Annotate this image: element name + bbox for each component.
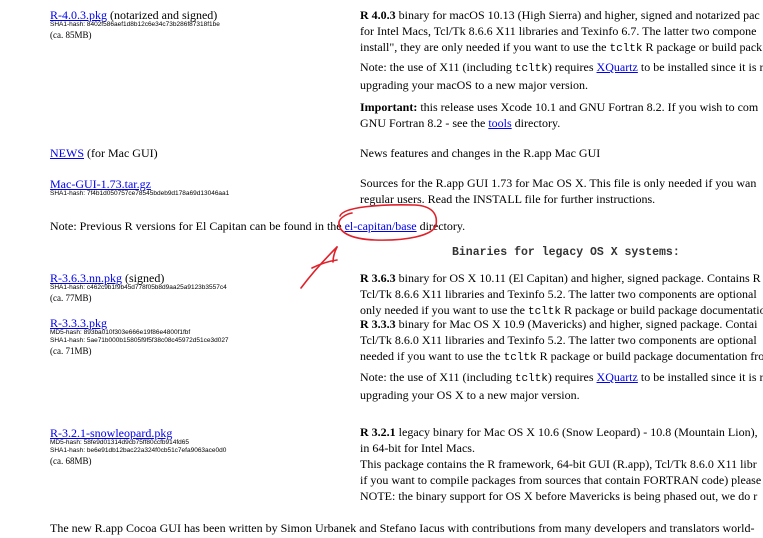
r363-desc-line3-post: R package or build package documentation: [560, 303, 763, 317]
r333-desc-line2: Tcl/Tk 8.6.0 X11 libraries and Texinfo 5…: [360, 333, 757, 347]
r333-md5-hash: MD5-hash: 893ba010f303e666e19f86e4800f1f…: [50, 329, 191, 336]
r333-note-pre: Note: the use of X11 (including: [360, 370, 515, 384]
r321-desc-line3: This package contains the R framework, 6…: [360, 457, 757, 471]
r403-important-note: Important: this release uses Xcode 10.1 …: [360, 99, 763, 131]
r403-note-mid: ) requires: [547, 60, 597, 74]
r333-note-line2: upgrading your OS X to a new major versi…: [360, 388, 580, 402]
r321-version: R 3.2.1: [360, 425, 396, 439]
r403-desc-line2: for Intel Macs, Tcl/Tk 8.6.6 X11 librari…: [360, 24, 757, 38]
r321-md5-hash: MD5-hash: 58fe9d01314d9cb75ff80ccfb914fd…: [50, 439, 190, 446]
news-suffix: (for Mac GUI): [84, 146, 158, 160]
news-description: News features and changes in the R.app M…: [360, 146, 601, 160]
tools-link[interactable]: tools: [488, 116, 511, 130]
r333-note-tcltk-code: tcltk: [514, 373, 548, 385]
legacy-binaries-heading: Binaries for legacy OS X systems:: [452, 246, 680, 259]
r333-download-item: R-3.3.3.pkg: [50, 316, 107, 330]
r321-size: (ca. 68MB): [50, 456, 92, 466]
r363-sha1-hash: SHA1-hash: c462c9b1f9b45d778f05b8d9aa25a…: [50, 284, 227, 291]
r363-desc-line3-pre: only needed if you want to use the: [360, 303, 528, 317]
r403-size: (ca. 85MB): [50, 30, 92, 40]
r363-desc-line2: Tcl/Tk 8.6.6 X11 libraries and Texinfo 5…: [360, 287, 757, 301]
r333-desc-line3-post: R package or build package documentation…: [536, 349, 763, 363]
r363-desc-line1: binary for OS X 10.11 (El Capitan) and h…: [395, 271, 761, 285]
r363-version: R 3.6.3: [360, 271, 396, 285]
r333-note-mid: ) requires: [547, 370, 597, 384]
elcapitan-note-pre: Note: Previous R versions for El Capitan…: [50, 219, 345, 233]
r333-desc-line1: binary for Mac OS X 10.9 (Mavericks) and…: [395, 317, 758, 331]
r403-note-pre: Note: the use of X11 (including: [360, 60, 515, 74]
important-label: Important:: [360, 100, 418, 114]
r333-xquartz-link[interactable]: XQuartz: [597, 370, 638, 384]
r333-version: R 3.3.3: [360, 317, 396, 331]
important-line2-post: directory.: [511, 116, 561, 130]
r403-note-line2: upgrading your macOS to a new major vers…: [360, 78, 588, 92]
r321-desc-line1: legacy binary for Mac OS X 10.6 (Snow Le…: [395, 425, 758, 439]
r321-desc-line5: NOTE: the binary support for OS X before…: [360, 489, 758, 503]
r403-desc-line1: binary for macOS 10.13 (High Sierra) and…: [395, 8, 760, 22]
r403-version: R 4.0.3: [360, 8, 396, 22]
r363-pkg-link[interactable]: R-3.6.3.nn.pkg: [50, 271, 122, 285]
news-item: NEWS (for Mac GUI): [50, 146, 158, 160]
r333-note-post: to be installed since it is r: [637, 370, 763, 384]
r333-description: R 3.3.3 binary for Mac OS X 10.9 (Maveri…: [360, 316, 763, 366]
r321-pkg-link[interactable]: R-3.2.1-snowleopard.pkg: [50, 426, 172, 440]
r403-x11-note: Note: the use of X11 (including tcltk) r…: [360, 59, 763, 93]
macgui-desc-line2: regular users. Read the INSTALL file for…: [360, 192, 656, 206]
r403-note-post: to be installed since it is r: [637, 60, 763, 74]
r363-download-item: R-3.6.3.nn.pkg (signed): [50, 271, 164, 285]
r321-desc-line2: in 64-bit for Intel Macs.: [360, 441, 475, 455]
important-text: this release uses Xcode 10.1 and GNU For…: [417, 100, 759, 114]
annotation-arrow-head: [311, 246, 338, 269]
r333-tcltk-code: tcltk: [503, 352, 537, 364]
r403-desc-line3-pre: install", they are only needed if you wa…: [360, 40, 610, 54]
macgui-description: Sources for the R.app GUI 1.73 for Mac O…: [360, 175, 763, 207]
r403-description: R 4.0.3 binary for macOS 10.13 (High Sie…: [360, 7, 763, 57]
r363-suffix: (signed): [122, 271, 165, 285]
r321-download-item: R-3.2.1-snowleopard.pkg: [50, 426, 172, 440]
r363-description: R 3.6.3 binary for OS X 10.11 (El Capita…: [360, 270, 763, 320]
macgui-desc-line1: Sources for the R.app GUI 1.73 for Mac O…: [360, 176, 757, 190]
news-link[interactable]: NEWS: [50, 146, 84, 160]
r403-sha1-hash: SHA1-hash: 8402f586aef1d8b12c6e34c73b286…: [50, 21, 220, 28]
r333-pkg-link[interactable]: R-3.3.3.pkg: [50, 316, 107, 330]
r321-description: R 3.2.1 legacy binary for Mac OS X 10.6 …: [360, 424, 763, 504]
r333-x11-note: Note: the use of X11 (including tcltk) r…: [360, 369, 763, 403]
r321-desc-line4: if you want to compile packages from sou…: [360, 473, 762, 487]
r403-xquartz-link[interactable]: XQuartz: [597, 60, 638, 74]
elcapitan-note-post: directory.: [416, 219, 466, 233]
r403-suffix: (notarized and signed): [107, 8, 218, 22]
elcapitan-note: Note: Previous R versions for El Capitan…: [50, 219, 465, 233]
important-line2-pre: GNU Fortran 8.2 - see the: [360, 116, 489, 130]
macgui-item: Mac-GUI-1.73.tar.gz: [50, 177, 151, 191]
macgui-tarball-link[interactable]: Mac-GUI-1.73.tar.gz: [50, 177, 151, 191]
r333-size: (ca. 71MB): [50, 346, 92, 356]
elcapitan-base-link[interactable]: el-capitan/base: [345, 219, 417, 233]
r403-desc-line3-post: R package or build pack: [642, 40, 763, 54]
macgui-sha1-hash: SHA1-hash: 7f4b1d050757ce78545bdeb9d178a…: [50, 190, 230, 197]
r403-download-item: R-4.0.3.pkg (notarized and signed): [50, 8, 217, 22]
r403-tcltk-code: tcltk: [609, 43, 643, 55]
annotation-arrow-shaft: [300, 246, 338, 289]
r321-sha1-hash: SHA1-hash: be6e91db12bac22a324f0cb51c7ef…: [50, 447, 227, 454]
r403-pkg-link[interactable]: R-4.0.3.pkg: [50, 8, 107, 22]
r363-size: (ca. 77MB): [50, 293, 92, 303]
r333-desc-line3-pre: needed if you want to use the: [360, 349, 504, 363]
r333-sha1-hash: SHA1-hash: 5ae71b000b15805f9f5f38c08c459…: [50, 337, 229, 344]
footer-credits: The new R.app Cocoa GUI has been written…: [50, 521, 755, 535]
r403-note-tcltk-code: tcltk: [514, 63, 548, 75]
